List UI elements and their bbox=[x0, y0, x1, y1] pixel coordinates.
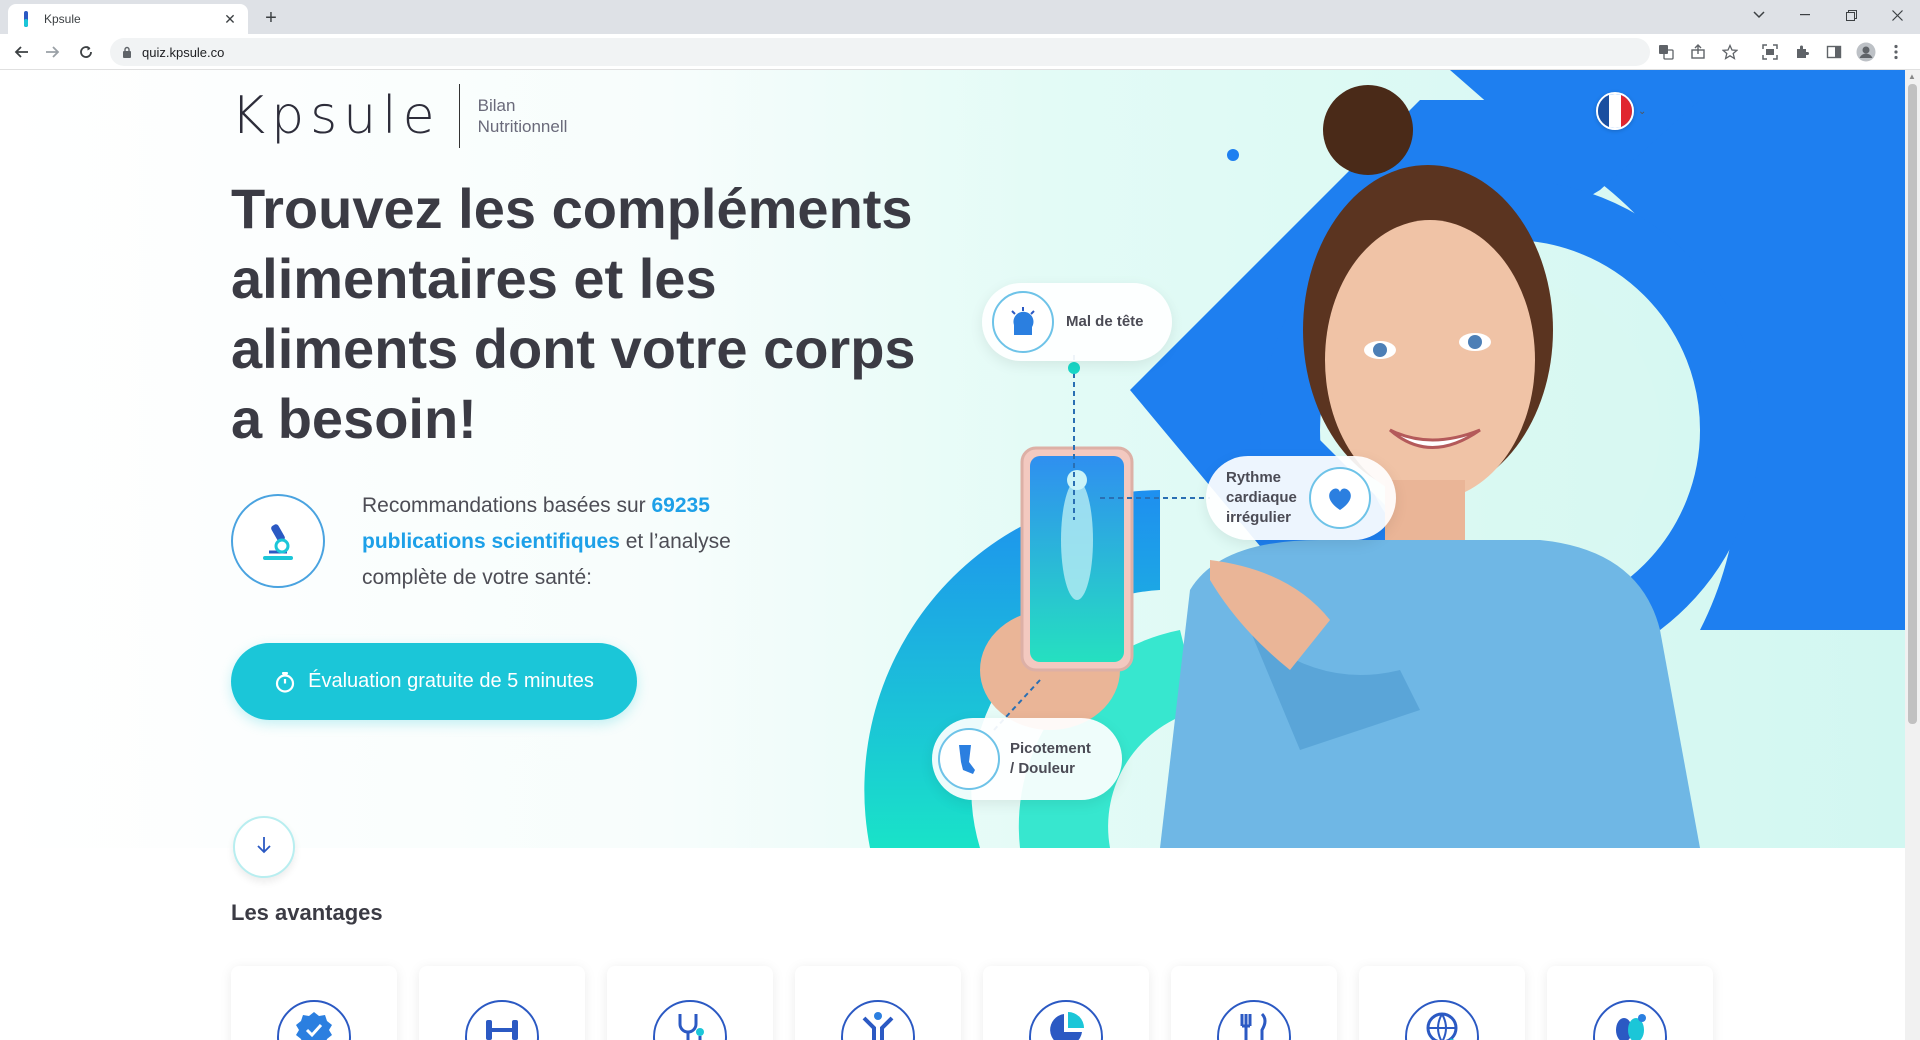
advantage-card[interactable] bbox=[795, 966, 961, 1040]
badge-check-icon bbox=[277, 1000, 351, 1040]
menu-kebab-icon[interactable] bbox=[1884, 40, 1908, 64]
advantage-card[interactable] bbox=[419, 966, 585, 1040]
symptom-heartbeat-label: Rythme cardiaque irrégulier bbox=[1226, 468, 1297, 528]
logo-subtitle: Bilan Nutritionnell bbox=[478, 95, 568, 137]
symptom-pain-label: Picotement / Douleur bbox=[1010, 739, 1091, 779]
scroll-down-button[interactable] bbox=[233, 816, 295, 878]
hero-section: Kpsule Bilan Nutritionnell ⌄ Trouvez les… bbox=[0, 70, 1905, 848]
pie-chart-icon bbox=[1029, 1000, 1103, 1040]
chevron-down-icon: ⌄ bbox=[1638, 105, 1647, 117]
profile-avatar-icon[interactable] bbox=[1854, 40, 1878, 64]
organs-icon bbox=[1593, 1000, 1667, 1040]
side-panel-icon[interactable] bbox=[1822, 40, 1846, 64]
free-evaluation-button[interactable]: Évaluation gratuite de 5 minutes bbox=[231, 643, 637, 720]
forward-icon[interactable] bbox=[38, 38, 66, 66]
advantage-card[interactable] bbox=[1359, 966, 1525, 1040]
advantage-card[interactable] bbox=[1547, 966, 1713, 1040]
page-viewport: Kpsule Bilan Nutritionnell ⌄ Trouvez les… bbox=[0, 70, 1920, 1040]
bookmark-star-icon[interactable] bbox=[1718, 40, 1742, 64]
advantages-cards bbox=[231, 966, 1713, 1040]
symptom-heartbeat-line3: irrégulier bbox=[1226, 509, 1292, 526]
symptom-headache: Mal de tête bbox=[982, 283, 1172, 361]
microscope-icon bbox=[231, 494, 325, 588]
hero-description-prefix: Recommandations basées sur bbox=[362, 494, 652, 517]
headache-icon bbox=[992, 291, 1054, 353]
browser-tab[interactable]: Kpsule ✕ bbox=[8, 4, 248, 34]
symptom-pain-line2: / Douleur bbox=[1010, 760, 1076, 777]
advantage-card[interactable] bbox=[607, 966, 773, 1040]
advantage-card[interactable] bbox=[231, 966, 397, 1040]
globe-icon bbox=[1405, 1000, 1479, 1040]
symptom-irregular-heartbeat: Rythme cardiaque irrégulier bbox=[1206, 456, 1396, 540]
kpsule-logo[interactable]: Kpsule Bilan Nutritionnell bbox=[231, 84, 567, 148]
stethoscope-icon bbox=[653, 1000, 727, 1040]
french-flag-icon bbox=[1596, 92, 1634, 130]
browser-toolbar: quiz.kpsule.co bbox=[0, 34, 1920, 70]
dumbbell-icon bbox=[465, 1000, 539, 1040]
advantage-card[interactable] bbox=[1171, 966, 1337, 1040]
address-bar[interactable]: quiz.kpsule.co bbox=[110, 38, 1650, 66]
free-evaluation-label: Évaluation gratuite de 5 minutes bbox=[308, 670, 594, 692]
stopwatch-icon bbox=[274, 671, 296, 693]
back-icon[interactable] bbox=[8, 38, 36, 66]
symptom-heartbeat-line2: cardiaque bbox=[1226, 489, 1297, 506]
person-arms-up-icon bbox=[841, 1000, 915, 1040]
leg-pain-icon bbox=[938, 728, 1000, 790]
share-icon[interactable] bbox=[1686, 40, 1710, 64]
heart-icon bbox=[1308, 467, 1371, 529]
tab-search-icon[interactable] bbox=[1736, 0, 1782, 30]
advantages-title: Les avantages bbox=[231, 900, 383, 925]
advantage-card[interactable] bbox=[983, 966, 1149, 1040]
symptom-headache-label: Mal de tête bbox=[1066, 313, 1144, 330]
browser-tab-bar: Kpsule ✕ + bbox=[0, 0, 1920, 34]
kpsule-favicon-icon bbox=[18, 11, 34, 27]
page-scrollbar[interactable]: ▲ bbox=[1905, 70, 1920, 1040]
logo-divider bbox=[458, 84, 460, 148]
logo-wordmark: Kpsule bbox=[231, 86, 441, 146]
restore-icon[interactable] bbox=[1828, 0, 1874, 30]
fork-knife-icon bbox=[1217, 1000, 1291, 1040]
translate-icon[interactable] bbox=[1654, 40, 1678, 64]
hero-description: Recommandations basées sur 69235 publica… bbox=[362, 488, 782, 596]
symptom-tingling-pain: Picotement / Douleur bbox=[932, 718, 1122, 800]
screenshot-icon[interactable] bbox=[1758, 40, 1782, 64]
tab-close-icon[interactable]: ✕ bbox=[222, 11, 238, 28]
url-text: quiz.kpsule.co bbox=[142, 44, 225, 60]
symptom-pain-line1: Picotement bbox=[1010, 740, 1091, 757]
language-selector[interactable]: ⌄ bbox=[1596, 92, 1646, 130]
new-tab-icon[interactable]: + bbox=[258, 6, 284, 32]
lock-icon[interactable] bbox=[122, 46, 132, 58]
tab-title: Kpsule bbox=[44, 12, 81, 26]
logo-subtitle-line2: Nutritionnell bbox=[477, 117, 568, 136]
symptom-heartbeat-line1: Rythme bbox=[1226, 469, 1282, 486]
scroll-up-arrow-icon[interactable]: ▲ bbox=[1908, 72, 1916, 81]
extensions-icon[interactable] bbox=[1790, 40, 1814, 64]
hero-title: Trouvez les compléments alimentaires et … bbox=[231, 177, 916, 450]
arrow-down-icon bbox=[256, 836, 272, 859]
reload-icon[interactable] bbox=[72, 38, 100, 66]
scrollbar-thumb[interactable] bbox=[1908, 84, 1917, 724]
logo-subtitle-line1: Bilan bbox=[477, 96, 516, 115]
minimize-icon[interactable] bbox=[1782, 0, 1828, 30]
close-window-icon[interactable] bbox=[1874, 0, 1920, 30]
